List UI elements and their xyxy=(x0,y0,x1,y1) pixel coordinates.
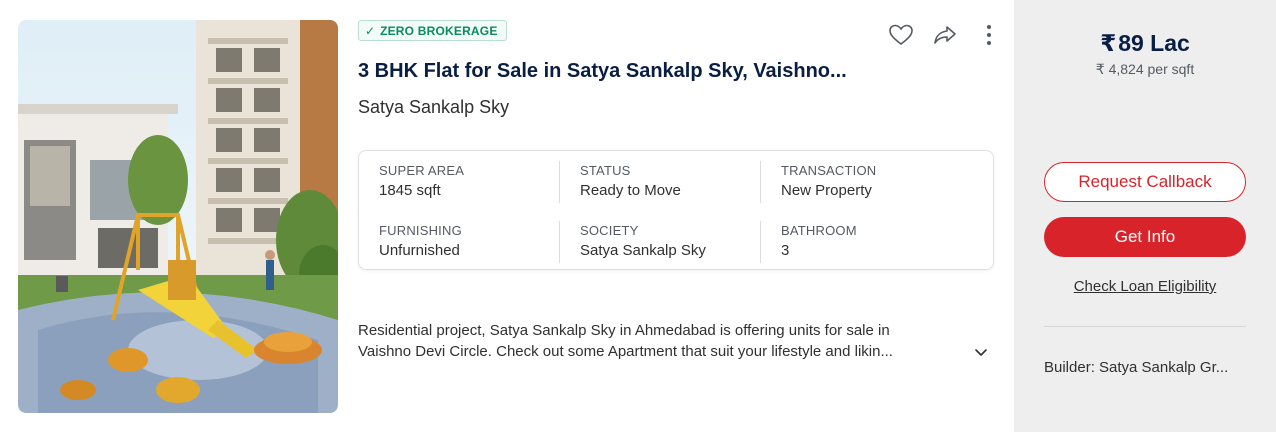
price-per-sqft: ₹ 4,824 per sqft xyxy=(1014,61,1276,78)
divider xyxy=(760,161,761,203)
zero-brokerage-badge: ✓ ZERO BROKERAGE xyxy=(358,20,507,41)
summary-value: 1845 sqft xyxy=(379,182,441,199)
listing-title[interactable]: 3 BHK Flat for Sale in Satya Sankalp Sky… xyxy=(358,60,888,83)
rupee-symbol: ₹ xyxy=(1100,30,1117,56)
divider xyxy=(760,221,761,263)
listing-description: Residential project, Satya Sankalp Sky i… xyxy=(358,320,978,362)
shortlist-button[interactable] xyxy=(886,20,916,50)
property-photo-illustration xyxy=(18,20,338,413)
more-vertical-icon xyxy=(987,25,991,45)
property-summary: SUPER AREA 1845 sqft STATUS Ready to Mov… xyxy=(358,150,994,270)
summary-bathroom: BATHROOM 3 xyxy=(781,223,961,259)
property-photo[interactable] xyxy=(18,20,338,413)
summary-furnishing: FURNISHING Unfurnished xyxy=(379,223,559,259)
rupee-symbol: ₹ xyxy=(1095,61,1105,77)
summary-value: New Property xyxy=(781,182,872,199)
summary-value: 3 xyxy=(781,242,790,259)
summary-super-area: SUPER AREA 1845 sqft xyxy=(379,163,559,199)
price: ₹89 Lac xyxy=(1014,30,1276,57)
summary-society: SOCIETY Satya Sankalp Sky xyxy=(580,223,760,259)
zero-brokerage-label: ZERO BROKERAGE xyxy=(380,23,498,38)
get-info-button[interactable]: Get Info xyxy=(1044,217,1246,257)
listing-subtitle[interactable]: Satya Sankalp Sky xyxy=(358,97,509,118)
builder-name[interactable]: Builder: Satya Sankalp Gr... xyxy=(1044,359,1249,376)
expand-description-button[interactable] xyxy=(972,343,990,361)
divider xyxy=(559,221,560,263)
summary-label: FURNISHING xyxy=(379,223,462,238)
property-card: ✓ ZERO BROKERAGE 3 BHK Flat for Sale in … xyxy=(0,0,1276,432)
heart-icon xyxy=(889,24,913,46)
listing-actions xyxy=(886,20,1004,50)
summary-label: STATUS xyxy=(580,163,631,178)
price-per-sqft-value: 4,824 per sqft xyxy=(1108,61,1195,77)
summary-value[interactable]: Satya Sankalp Sky xyxy=(580,242,760,259)
summary-value: Ready to Move xyxy=(580,182,681,199)
price-panel: ₹89 Lac ₹ 4,824 per sqft Request Callbac… xyxy=(1014,0,1276,432)
summary-label: BATHROOM xyxy=(781,223,857,238)
description-line-1: Residential project, Satya Sankalp Sky i… xyxy=(358,322,890,339)
summary-label: SUPER AREA xyxy=(379,163,465,178)
divider xyxy=(1044,326,1246,327)
price-value: 89 Lac xyxy=(1118,30,1190,56)
check-icon: ✓ xyxy=(365,23,376,38)
request-callback-button[interactable]: Request Callback xyxy=(1044,162,1246,202)
description-line-2: Vaishno Devi Circle. Check out some Apar… xyxy=(358,343,893,360)
summary-transaction: TRANSACTION New Property xyxy=(781,163,961,199)
summary-label: SOCIETY xyxy=(580,223,639,238)
divider xyxy=(559,161,560,203)
summary-status: STATUS Ready to Move xyxy=(580,163,760,199)
summary-label: TRANSACTION xyxy=(781,163,877,178)
more-options-button[interactable] xyxy=(974,20,1004,50)
check-loan-eligibility-link[interactable]: Check Loan Eligibility xyxy=(1014,278,1276,295)
share-button[interactable] xyxy=(930,20,960,50)
share-icon xyxy=(934,26,956,44)
summary-value: Unfurnished xyxy=(379,242,460,259)
chevron-down-icon xyxy=(975,349,987,356)
